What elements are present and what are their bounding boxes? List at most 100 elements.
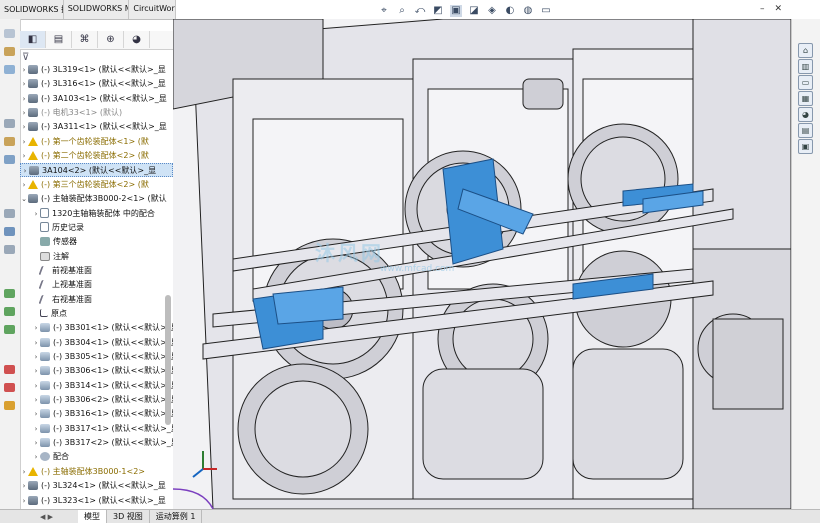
tool-icon[interactable] bbox=[4, 325, 15, 334]
expand-arrow-icon[interactable]: › bbox=[20, 63, 28, 77]
tree-item[interactable]: › (-) 第三个齿轮装配体<2> (默 bbox=[20, 178, 173, 192]
graphics-viewport[interactable]: 沐风网 www.mfcad.com bbox=[173, 19, 791, 509]
expand-arrow-icon[interactable]: › bbox=[32, 364, 40, 378]
expand-arrow-icon[interactable]: › bbox=[32, 350, 40, 364]
view-palette-icon[interactable]: ▦ bbox=[798, 91, 813, 106]
tab-model[interactable]: 模型 bbox=[78, 510, 107, 523]
tree-item[interactable]: › (-) 3B314<1> (默认<<默认>_显 bbox=[20, 379, 173, 393]
expand-arrow-icon[interactable]: › bbox=[21, 164, 29, 176]
tree-item[interactable]: › (-) 第一个齿轮装配体<1> (默 bbox=[20, 135, 173, 149]
expand-arrow-icon[interactable]: › bbox=[20, 479, 28, 493]
expand-arrow-icon[interactable]: › bbox=[32, 407, 40, 421]
property-manager-icon[interactable]: ▤ bbox=[46, 31, 72, 48]
tree-item[interactable]: 右视基准面 bbox=[20, 293, 173, 307]
dimxpert-icon[interactable]: ⊕ bbox=[98, 31, 124, 48]
tree-item[interactable]: › (-) 3L319<1> (默认<<默认>_显 bbox=[20, 63, 173, 77]
tool-icon[interactable] bbox=[4, 307, 15, 316]
home-icon[interactable]: ⌂ bbox=[798, 43, 813, 58]
tool-icon[interactable] bbox=[4, 47, 15, 56]
forum-icon[interactable]: ▣ bbox=[798, 139, 813, 154]
expand-arrow-icon[interactable]: › bbox=[20, 92, 28, 106]
minimize-icon[interactable]: – bbox=[760, 4, 765, 14]
tool-icon[interactable] bbox=[4, 209, 15, 218]
tab-circuitworks[interactable]: CircuitWorks bbox=[129, 0, 176, 19]
tree-item[interactable]: › (-) 3A103<1> (默认<<默认>_显 bbox=[20, 92, 173, 106]
tree-item[interactable]: › (-) 3B301<1> (默认<<默认>_显 bbox=[20, 321, 173, 335]
tool-icon[interactable] bbox=[4, 365, 15, 374]
expand-arrow-icon[interactable]: › bbox=[20, 494, 28, 508]
tree-item[interactable]: 注解 bbox=[20, 250, 173, 264]
tree-item[interactable]: › (-) 3B306<1> (默认<<默认>_显 bbox=[20, 364, 173, 378]
tool-icon[interactable] bbox=[4, 29, 15, 38]
tool-icon[interactable] bbox=[4, 383, 15, 392]
tab-nav-arrows[interactable]: ◀ ▶ bbox=[0, 510, 78, 523]
tree-item[interactable]: ⌄ (-) 主轴装配体3B000-2<1> (默认 bbox=[20, 192, 173, 206]
expand-arrow-icon[interactable]: › bbox=[32, 450, 40, 464]
section-view-icon[interactable]: ◩ bbox=[432, 5, 444, 17]
tree-item[interactable]: › (-) 3B317<1> (默认<<默认>_显 bbox=[20, 422, 173, 436]
tree-item[interactable]: 上视基准面 bbox=[20, 278, 173, 292]
expand-arrow-icon[interactable]: › bbox=[32, 379, 40, 393]
tool-icon[interactable] bbox=[4, 401, 15, 410]
tree-scrollbar[interactable] bbox=[165, 295, 171, 425]
hide-show-icon[interactable]: ◈ bbox=[486, 5, 498, 17]
tree-item[interactable]: › 1320主轴箱装配体 中的配合 bbox=[20, 207, 173, 221]
tree-item[interactable]: › (-) 3B316<1> (默认<<默认>_显 bbox=[20, 407, 173, 421]
tree-item[interactable]: 历史记录 bbox=[20, 221, 173, 235]
tree-item[interactable]: 前视基准面 bbox=[20, 264, 173, 278]
tree-item[interactable]: › (-) 3L323<1> (默认<<默认>_显 bbox=[20, 494, 173, 508]
tree-item[interactable]: › (-) 3B305<1> (默认<<默认>_显 bbox=[20, 350, 173, 364]
tool-icon[interactable] bbox=[4, 245, 15, 254]
appearance-icon[interactable]: ◐ bbox=[504, 5, 516, 17]
expand-arrow-icon[interactable]: › bbox=[32, 336, 40, 350]
expand-arrow-icon[interactable]: › bbox=[20, 120, 28, 134]
expand-arrow-icon[interactable]: › bbox=[32, 422, 40, 436]
expand-arrow-icon[interactable]: › bbox=[20, 465, 28, 479]
zoom-area-icon[interactable]: ⌕ bbox=[396, 5, 408, 17]
expand-arrow-icon[interactable]: › bbox=[20, 135, 28, 149]
expand-arrow-icon[interactable]: ⌄ bbox=[20, 192, 28, 206]
tab-solidworks-mbd[interactable]: SOLIDWORKS MBD bbox=[64, 0, 130, 19]
close-icon[interactable]: ✕ bbox=[775, 4, 783, 14]
expand-arrow-icon[interactable]: › bbox=[32, 207, 40, 221]
expand-arrow-icon[interactable]: › bbox=[20, 178, 28, 192]
display-style-icon[interactable]: ◪ bbox=[468, 5, 480, 17]
tab-solidworks-addins[interactable]: SOLIDWORKS 插件 bbox=[0, 0, 64, 19]
expand-arrow-icon[interactable]: › bbox=[32, 321, 40, 335]
tree-item[interactable]: › (-) 3A311<1> (默认<<默认>_显 bbox=[20, 120, 173, 134]
tree-item[interactable]: › (-) 第二个齿轮装配体<2> (默 bbox=[20, 149, 173, 163]
design-library-icon[interactable]: ▥ bbox=[798, 59, 813, 74]
view-orientation-icon[interactable]: ▣ bbox=[450, 5, 462, 17]
expand-arrow-icon[interactable]: › bbox=[32, 393, 40, 407]
display-manager-icon[interactable]: ◕ bbox=[124, 31, 150, 48]
tree-item[interactable]: › (-) 3L324<1> (默认<<默认>_显 bbox=[20, 479, 173, 493]
filter-icon[interactable]: ⊽ bbox=[22, 52, 29, 63]
zoom-to-fit-icon[interactable]: ⌖ bbox=[378, 5, 390, 17]
feature-tree-icon[interactable]: ◧ bbox=[20, 31, 46, 48]
tab-3d-views[interactable]: 3D 视图 bbox=[107, 510, 150, 523]
tree-item[interactable]: 原点 bbox=[20, 307, 173, 321]
scene-icon[interactable]: ◍ bbox=[522, 5, 534, 17]
appearances-icon[interactable]: ◕ bbox=[798, 107, 813, 122]
tree-item[interactable]: › (-) 电机33<1> (默认) bbox=[20, 106, 173, 120]
custom-properties-icon[interactable]: ▤ bbox=[798, 123, 813, 138]
tool-icon[interactable] bbox=[4, 119, 15, 128]
previous-view-icon[interactable]: ⤺ bbox=[414, 5, 426, 17]
tree-item[interactable]: 传感器 bbox=[20, 235, 173, 249]
tool-icon[interactable] bbox=[4, 155, 15, 164]
file-explorer-icon[interactable]: ▭ bbox=[798, 75, 813, 90]
tree-item[interactable]: › 配合 bbox=[20, 450, 173, 464]
tree-item[interactable]: › (-) 3B306<2> (默认<<默认>_显 bbox=[20, 393, 173, 407]
tool-icon[interactable] bbox=[4, 65, 15, 74]
tree-item[interactable]: › (-) 主轴装配体3B000-1<2> bbox=[20, 465, 173, 479]
configuration-manager-icon[interactable]: ⌘ bbox=[72, 31, 98, 48]
tree-item[interactable]: › (-) 3L316<1> (默认<<默认>_显 bbox=[20, 77, 173, 91]
tool-icon[interactable] bbox=[4, 137, 15, 146]
tool-icon[interactable] bbox=[4, 227, 15, 236]
tree-item[interactable]: › (-) 3B317<2> (默认<<默认>_显 bbox=[20, 436, 173, 450]
expand-arrow-icon[interactable]: › bbox=[20, 106, 28, 120]
expand-arrow-icon[interactable]: › bbox=[32, 436, 40, 450]
tab-motion-study[interactable]: 运动算例 1 bbox=[150, 510, 203, 523]
tree-item[interactable]: › (-) 3B304<1> (默认<<默认>_显 bbox=[20, 336, 173, 350]
tree-item[interactable]: › 3A104<2> (默认<<默认>_显 bbox=[20, 163, 173, 178]
